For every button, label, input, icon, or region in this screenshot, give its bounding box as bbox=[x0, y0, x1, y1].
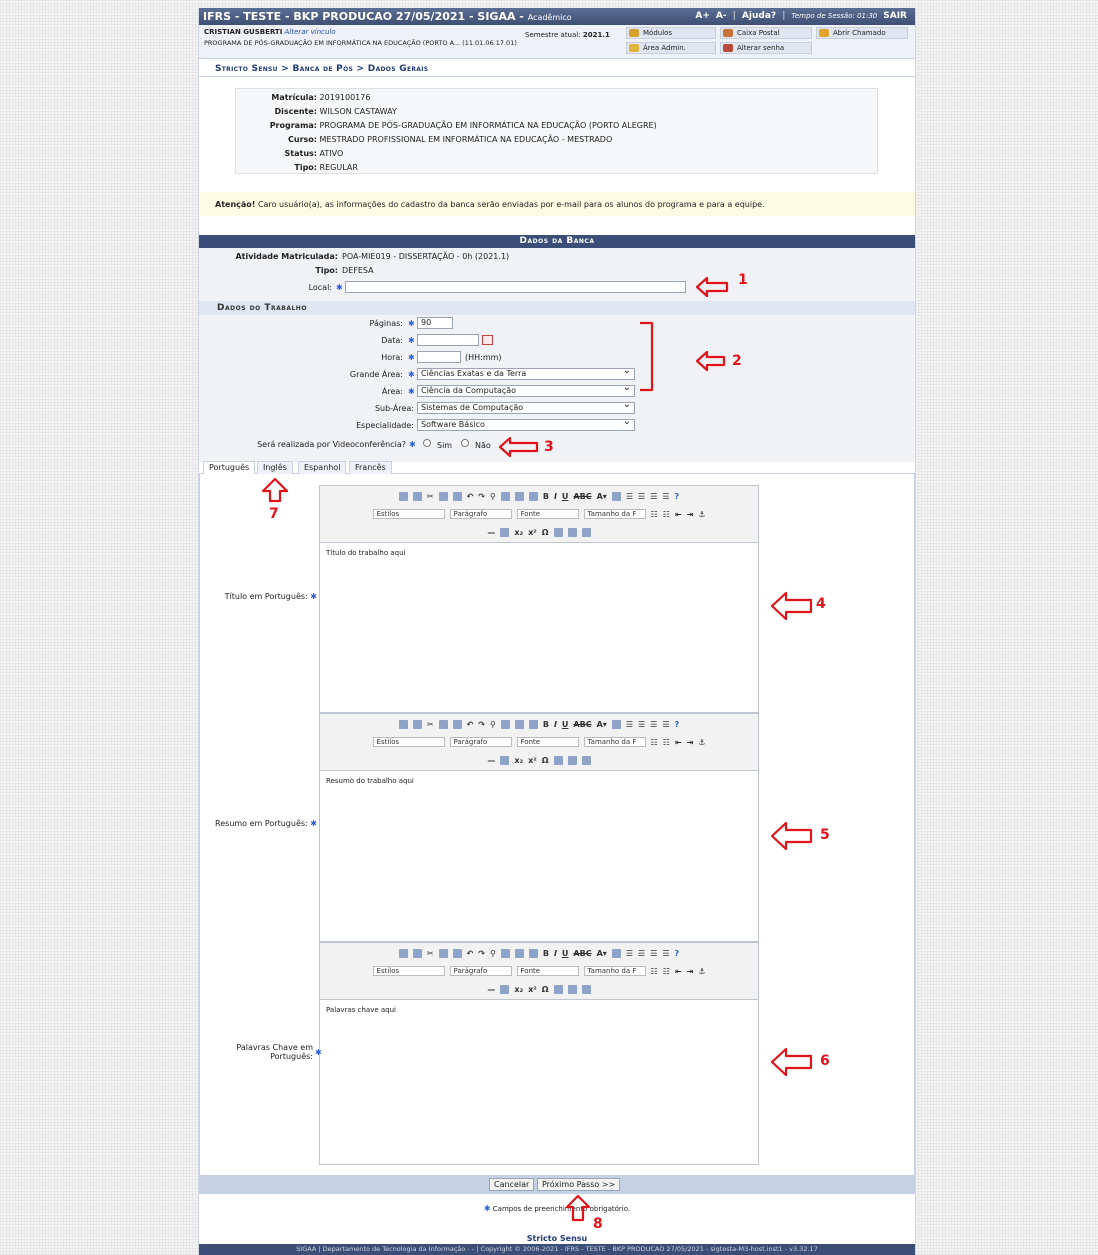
annotation-label: 8 bbox=[593, 1216, 603, 1232]
arrow-icon bbox=[770, 1047, 813, 1077]
arrow-icon bbox=[261, 477, 289, 503]
arrow-icon bbox=[770, 591, 813, 621]
arrow-icon bbox=[770, 821, 813, 851]
annotation-label: 2 bbox=[732, 353, 742, 369]
arrow-icon bbox=[498, 436, 539, 458]
arrow-icon bbox=[695, 276, 729, 298]
annotation-label: 7 bbox=[269, 506, 279, 522]
arrow-icon bbox=[695, 350, 726, 372]
annotation-label: 5 bbox=[820, 827, 830, 843]
bracket-icon bbox=[640, 321, 654, 392]
annotation-label: 6 bbox=[820, 1053, 830, 1069]
annotation-label: 3 bbox=[544, 439, 554, 455]
annotation-overlay bbox=[261, 276, 813, 1222]
arrow-icon bbox=[565, 1194, 591, 1222]
annotation-label: 4 bbox=[816, 596, 826, 612]
annotation-label: 1 bbox=[738, 272, 748, 288]
